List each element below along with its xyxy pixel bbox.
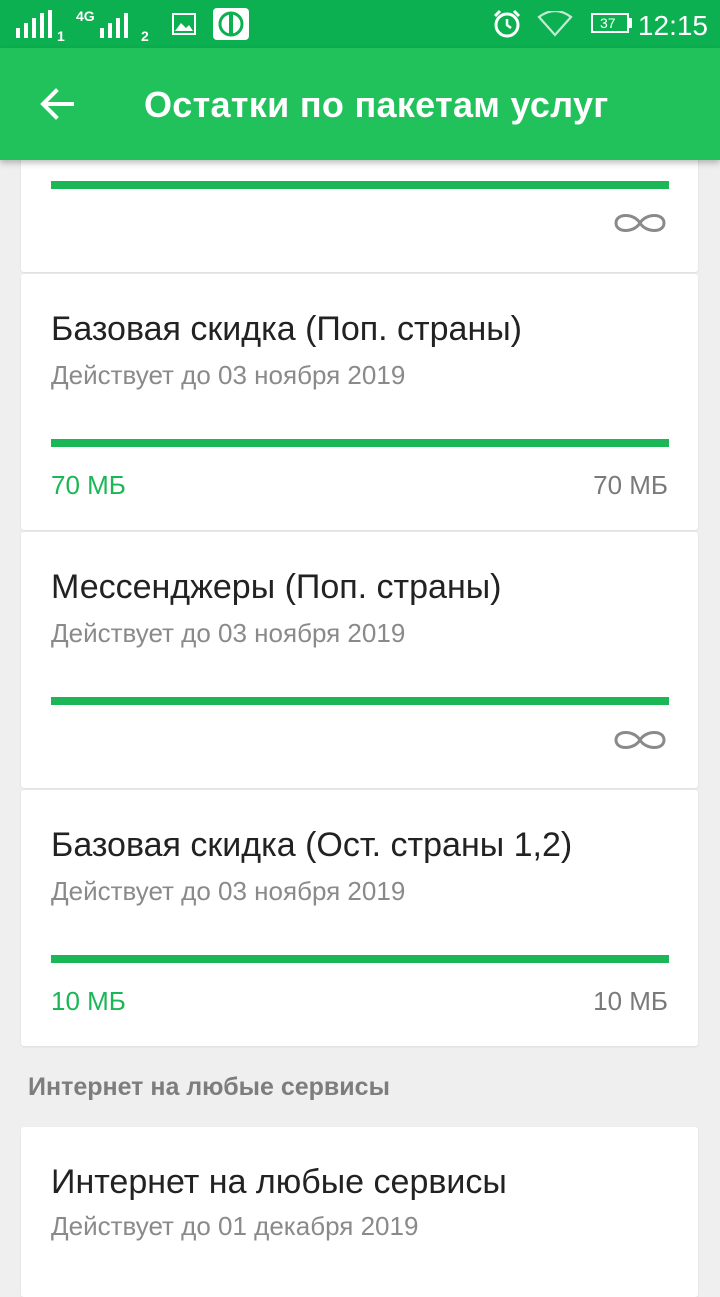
sim2-label: 2 [141,28,149,44]
clock-time: 12:15 [637,10,708,41]
alarm-icon [493,9,521,38]
back-button[interactable] [24,80,88,128]
package-title: Мессенджеры (Поп. страны) [51,568,502,606]
package-card[interactable] [21,150,698,272]
sim1-label: 1 [57,28,65,44]
package-card[interactable]: Интернет на любые сервисы Действует до 0… [21,1127,698,1297]
signal-icon [16,10,52,38]
infinity-icon [614,731,666,749]
package-valid-until: Действует до 03 ноября 2019 [51,618,406,648]
package-card[interactable]: Мессенджеры (Поп. страны) Действует до 0… [21,532,698,788]
package-title: Интернет на любые сервисы [51,1163,507,1201]
battery-icon: 37 [591,13,629,33]
section-header: Интернет на любые сервисы [28,1073,390,1101]
package-title: Базовая скидка (Ост. страны 1,2) [51,826,573,864]
package-card[interactable]: Базовая скидка (Ост. страны 1,2) Действу… [21,790,698,1046]
battery-tip [629,18,632,28]
network-type-label: 4G [76,8,95,24]
remaining-amount: 70 МБ [51,470,126,500]
gallery-icon [172,13,196,35]
status-bar: 1 4G 2 37 12:15 [0,0,720,48]
page-title: Остатки по пакетам услуг [144,84,609,125]
package-valid-until: Действует до 03 ноября 2019 [51,360,406,390]
battery-level: 37 [600,15,616,31]
package-title: Базовая скидка (Поп. страны) [51,310,522,348]
operator-app-icon [213,8,249,40]
usage-progress-bar [51,439,669,447]
total-amount: 70 МБ [593,470,668,500]
package-valid-until: Действует до 03 ноября 2019 [51,876,406,906]
remaining-amount: 10 МБ [51,986,126,1016]
wifi-icon [537,11,573,37]
package-card[interactable]: Базовая скидка (Поп. страны) Действует д… [21,274,698,530]
app-bar: Остатки по пакетам услуг [0,48,720,160]
total-amount: 10 МБ [593,986,668,1016]
signal-4g-icon [100,13,128,38]
usage-progress-bar [51,955,669,963]
usage-progress-bar [51,181,669,189]
infinity-icon [614,214,666,232]
package-valid-until: Действует до 01 декабря 2019 [51,1211,419,1241]
usage-progress-bar [51,697,669,705]
arrow-left-icon [40,88,74,120]
